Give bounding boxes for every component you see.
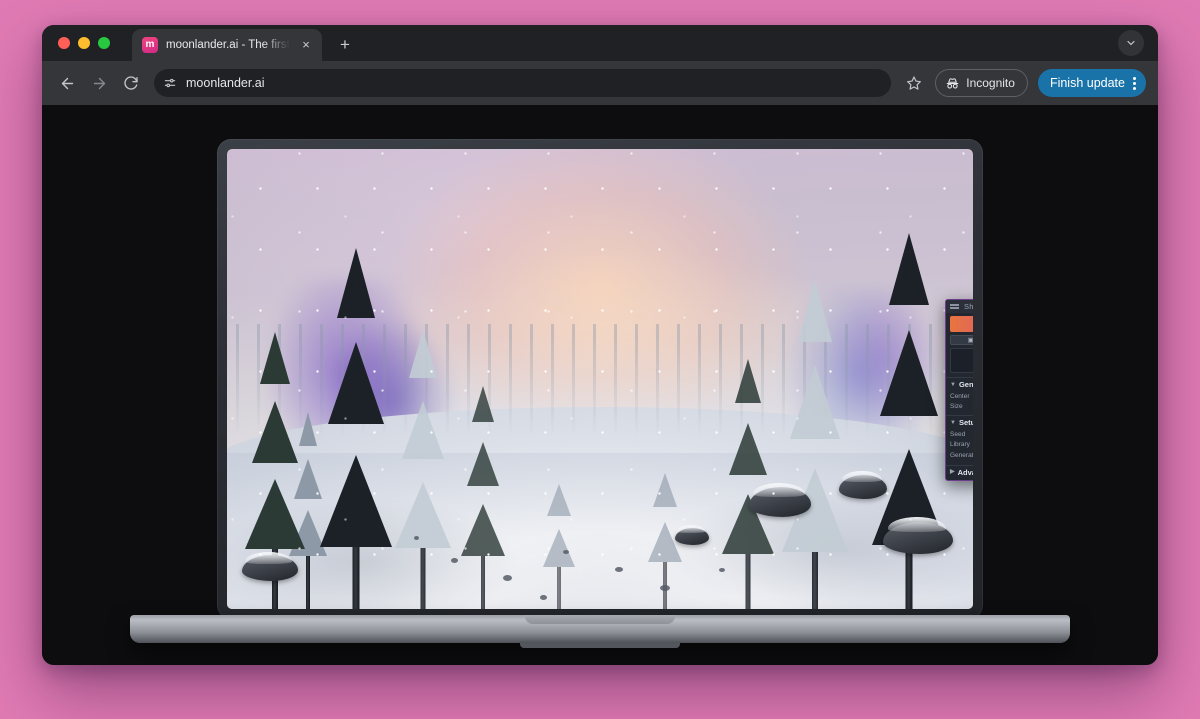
star-icon[interactable] <box>901 70 927 96</box>
caret-down-icon[interactable]: ▼ <box>950 382 956 388</box>
rock <box>674 525 709 545</box>
url-text: moonlander.ai <box>186 76 265 90</box>
browser-window: m moonlander.ai - The first AI c × + <box>42 25 1158 665</box>
close-tab-icon[interactable]: × <box>298 37 314 53</box>
tree <box>540 416 578 609</box>
forest-scene-image <box>227 149 973 609</box>
browser-tab[interactable]: m moonlander.ai - The first AI c × <box>132 29 322 61</box>
reload-icon[interactable] <box>116 68 146 98</box>
center-label: Center <box>950 392 970 400</box>
library-label: Library <box>950 441 970 448</box>
incognito-label: Incognito <box>966 76 1015 90</box>
tab-title: moonlander.ai - The first AI c <box>166 39 290 51</box>
incognito-icon <box>945 76 960 91</box>
clear-buttons-row: ▣ Clear All ▣ Clear Area <box>950 335 973 345</box>
drag-handle-icon[interactable] <box>950 304 959 309</box>
caret-down-icon[interactable]: ▼ <box>950 420 956 426</box>
screenshot-stage: m moonlander.ai - The first AI c × + <box>0 0 1200 719</box>
panel-title: Shapeshifter <box>964 302 973 311</box>
setup-title: Setup <box>958 418 973 427</box>
library-row: Library BoosterPack1_Library ( ◎ ↰ <box>946 440 973 449</box>
generation-area-title: Generation Area <box>958 380 973 389</box>
rock <box>241 551 298 582</box>
tree <box>719 305 777 609</box>
advanced-settings-title: Advanced Settings <box>957 467 973 477</box>
pebble <box>562 549 569 554</box>
advanced-settings-section-header[interactable]: ▶ Advanced Settings <box>946 466 973 480</box>
generate-area-button[interactable]: Generate Area <box>950 316 973 332</box>
laptop-base-notch <box>520 643 680 648</box>
tree <box>458 342 508 609</box>
tab-strip: m moonlander.ai - The first AI c × + <box>42 25 1158 61</box>
pebble <box>659 584 670 591</box>
generators-row: Generators Edit Generators <box>946 451 973 461</box>
minimize-window-button[interactable] <box>78 37 90 49</box>
finish-update-label: Finish update <box>1049 76 1125 90</box>
shapeshifter-panel[interactable]: Shapeshifter Generate Area ▣ Clear All ▣ <box>945 299 973 481</box>
arrow-right-icon[interactable] <box>84 68 114 98</box>
page-content: Shapeshifter Generate Area ▣ Clear All ▣ <box>42 105 1158 665</box>
pebble <box>413 536 419 540</box>
rock <box>749 482 812 517</box>
new-tab-button[interactable]: + <box>332 32 358 58</box>
rock <box>883 517 954 554</box>
address-bar[interactable]: moonlander.ai <box>154 69 892 97</box>
tune-icon[interactable] <box>163 76 177 90</box>
laptop-screen: Shapeshifter Generate Area ▣ Clear All ▣ <box>227 149 973 609</box>
clear-all-button[interactable]: ▣ Clear All <box>950 335 973 345</box>
generated-items-list[interactable] <box>950 348 973 373</box>
kebab-menu-icon[interactable] <box>1127 76 1142 90</box>
laptop-lid: Shapeshifter Generate Area ▣ Clear All ▣ <box>217 139 983 619</box>
rock <box>838 471 887 499</box>
arrow-left-icon[interactable] <box>52 68 82 98</box>
tree <box>391 269 455 609</box>
panel-title-bar[interactable]: Shapeshifter <box>946 300 973 313</box>
size-row: Size X 1000 Y 1000 <box>946 402 973 411</box>
window-traffic-lights <box>54 25 116 61</box>
chevron-down-icon[interactable] <box>1118 30 1144 56</box>
setup-section-header[interactable]: ▼ Setup <box>946 416 973 428</box>
tree <box>645 397 685 609</box>
size-label: Size <box>950 403 963 410</box>
center-row: Center X 47.2862 Y 33.34 <box>946 392 973 401</box>
favicon-icon: m <box>142 37 158 53</box>
pebble <box>450 558 458 563</box>
tree <box>317 167 395 609</box>
tree <box>779 204 851 609</box>
caret-right-icon[interactable]: ▶ <box>950 469 955 475</box>
generators-label: Generators <box>950 452 973 459</box>
eraser-icon: ▣ <box>968 336 973 344</box>
browser-toolbar: moonlander.ai Incognito Finish update <box>42 61 1158 105</box>
close-window-button[interactable] <box>58 37 70 49</box>
maximize-window-button[interactable] <box>98 37 110 49</box>
seed-row: Seed 1906912538685363111 ✕ <box>946 430 973 439</box>
laptop-base <box>130 615 1070 648</box>
seed-label: Seed <box>950 430 966 438</box>
finish-update-button[interactable]: Finish update <box>1037 69 1146 97</box>
generation-area-section-header[interactable]: ▼ Generation Area ◉ Show Area <box>946 378 973 390</box>
laptop-mockup: Shapeshifter Generate Area ▣ Clear All ▣ <box>42 105 1158 665</box>
incognito-indicator[interactable]: Incognito <box>935 69 1028 97</box>
